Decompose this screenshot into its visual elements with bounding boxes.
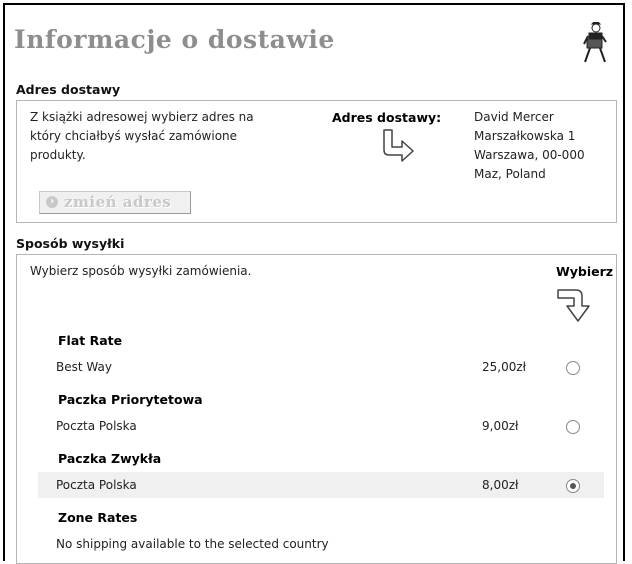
arrow-down-right-icon [383, 129, 414, 162]
arrow-circle-icon: › [46, 196, 58, 208]
shipping-radio-flat-rate[interactable] [566, 361, 580, 375]
change-address-button[interactable]: › zmień adres [39, 191, 191, 214]
zone-rates-name: Zone Rates [58, 510, 138, 525]
method-option: Poczta Polska [56, 478, 137, 492]
address-label: Adres dostawy: [332, 110, 442, 125]
delivery-address: David Mercer Marszałkowska 1 Warszawa, 0… [474, 110, 585, 181]
change-address-label: zmień adres [64, 193, 172, 211]
method-price: 8,00zł [482, 478, 519, 492]
method-option: Best Way [56, 360, 112, 374]
zone-rates-message: No shipping available to the selected co… [56, 537, 329, 551]
store-logo-icon [583, 22, 607, 63]
shipping-section-heading: Sposób wysyłki [16, 236, 125, 251]
method-option: Poczta Polska [56, 419, 137, 433]
method-name: Paczka Priorytetowa [58, 392, 203, 407]
shipping-radio-priority[interactable] [566, 420, 580, 434]
address-section-heading: Adres dostawy [16, 82, 121, 97]
method-price: 25,00zł [482, 360, 527, 374]
shipping-instructions: Wybierz sposób wysyłki zamówienia. [30, 264, 252, 278]
method-price: 9,00zł [482, 419, 519, 433]
address-instructions: Z książki adresowej wybierz adres na któ… [30, 110, 254, 162]
method-name: Flat Rate [58, 333, 123, 348]
arrow-down-icon [557, 289, 590, 322]
choose-label: Wybierz [556, 264, 614, 279]
page-title: Informacje o dostawie [14, 25, 335, 54]
method-name: Paczka Zwykła [58, 451, 162, 466]
shipping-radio-standard[interactable] [566, 479, 580, 493]
